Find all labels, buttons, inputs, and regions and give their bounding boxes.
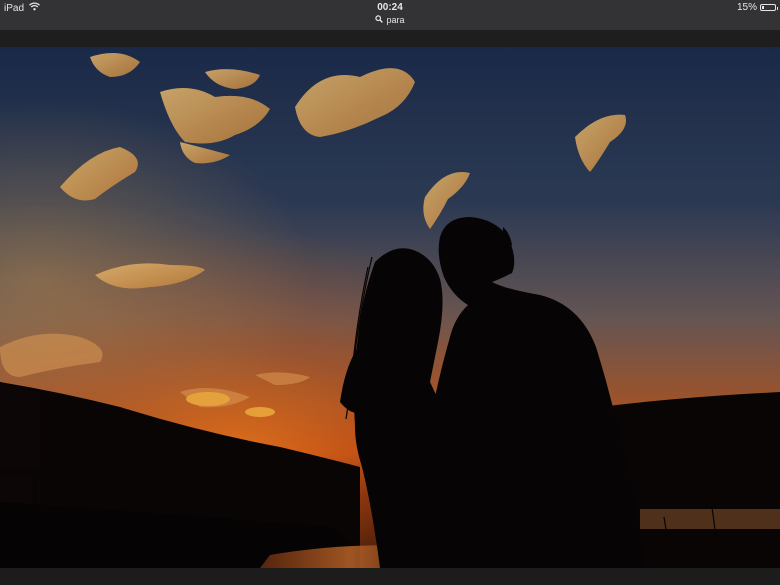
status-bar: iPad 00:24 para 15% xyxy=(0,0,780,30)
status-right: 15% xyxy=(736,2,778,13)
photo-viewer[interactable] xyxy=(0,47,780,568)
ipad-screen: iPad 00:24 para 15% xyxy=(0,0,780,585)
clock: 00:24 xyxy=(377,2,403,13)
sunset-couple-silhouette-photo xyxy=(0,47,780,568)
search-icon xyxy=(375,15,384,25)
bottom-bar xyxy=(0,568,780,585)
search-query: para xyxy=(386,15,405,25)
battery-percent: 15% xyxy=(736,2,757,13)
battery-level xyxy=(762,6,764,9)
search-breadcrumb[interactable]: para xyxy=(0,15,780,25)
battery-icon xyxy=(760,4,778,11)
